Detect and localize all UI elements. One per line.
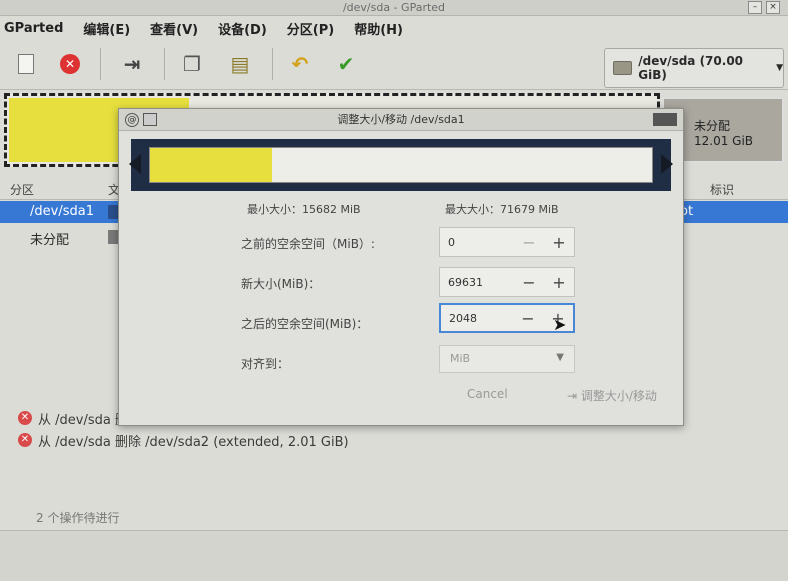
new-size-value[interactable]: 69631 <box>440 276 514 289</box>
resize-move-dialog: @ 调整大小/移动 /dev/sda1 最小大小：15682 MiB 最大大小：… <box>118 108 684 426</box>
row-partition: 未分配 <box>30 233 70 248</box>
dialog-title: 调整大小/移动 /dev/sda1 <box>337 113 465 126</box>
delete-partition-button[interactable]: ✕ <box>56 50 84 78</box>
window-menu-icon[interactable] <box>143 113 157 126</box>
minus-icon[interactable]: − <box>514 273 544 292</box>
resize-move-confirm-button[interactable]: ⇥ 调整大小/移动 <box>567 387 657 404</box>
pending-count: 2 个操作待进行 <box>36 511 120 525</box>
unallocated-size: 12.01 GiB <box>694 134 754 148</box>
plus-icon[interactable]: + <box>544 273 574 292</box>
menu-device[interactable]: 设备(D) <box>218 19 267 38</box>
menu-view[interactable]: 查看(V) <box>150 19 198 38</box>
apply-button[interactable]: ✔ <box>332 50 360 78</box>
copy-button[interactable]: ❐ <box>178 50 206 78</box>
new-size-spinner[interactable]: 69631 − + <box>439 267 575 297</box>
delete-op-icon: ✕ <box>18 433 32 447</box>
menu-help[interactable]: 帮助(H) <box>354 19 403 38</box>
free-after-value[interactable]: 2048 <box>441 312 513 325</box>
resize-confirm-label: 调整大小/移动 <box>580 389 657 403</box>
paste-button[interactable]: ▤ <box>226 50 254 78</box>
resize-move-button[interactable]: ⇥ <box>118 50 146 78</box>
unallocated-label: 未分配 <box>694 119 731 133</box>
left-resize-handle[interactable] <box>129 154 141 174</box>
chevron-down-icon: ▼ <box>556 352 564 363</box>
minimize-button[interactable]: – <box>748 1 762 14</box>
list-item[interactable]: ✕ 从 /dev/sda 删 <box>18 408 128 428</box>
device-label: /dev/sda (70.00 GiB) <box>638 54 744 82</box>
device-selector[interactable]: /dev/sda (70.00 GiB) ▼ <box>604 48 784 88</box>
mouse-cursor-icon: ➤ <box>553 315 567 334</box>
dialog-title-bar: @ 调整大小/移动 /dev/sda1 <box>119 109 683 131</box>
cancel-button[interactable]: Cancel <box>467 387 508 401</box>
header-partition[interactable]: 分区 <box>10 181 34 198</box>
header-flags[interactable]: 标识 <box>710 181 734 198</box>
align-select[interactable]: MiB ▼ <box>439 345 575 373</box>
bottom-panel <box>0 530 788 581</box>
paste-icon: ▤ <box>230 52 250 76</box>
right-resize-handle[interactable] <box>661 154 673 174</box>
resize-graphic[interactable] <box>131 139 671 191</box>
row-partition: /dev/sda1 <box>30 204 94 219</box>
menu-partition[interactable]: 分区(P) <box>287 19 334 38</box>
app-icon: @ <box>125 113 139 127</box>
status-bar: 2 个操作待进行 <box>0 505 788 527</box>
window-title: /dev/sda - GParted <box>342 1 446 14</box>
delete-icon: ✕ <box>60 54 80 74</box>
close-window-button[interactable]: × <box>766 1 780 14</box>
resize-used-fill <box>150 148 272 182</box>
operation-text: 从 /dev/sda 删 <box>38 412 128 428</box>
menu-gparted[interactable]: GParted <box>4 21 63 36</box>
minus-icon[interactable]: − <box>514 233 544 252</box>
resize-partition-box[interactable] <box>149 147 653 183</box>
gparted-window: /dev/sda - GParted – × GParted 编辑(E) 查看(… <box>0 0 788 581</box>
menu-bar: GParted 编辑(E) 查看(V) 设备(D) 分区(P) 帮助(H) <box>0 16 788 40</box>
menu-edit[interactable]: 编辑(E) <box>83 19 130 38</box>
free-before-label: 之前的空余空间（MiB）: <box>241 237 375 251</box>
align-value: MiB <box>450 352 471 365</box>
undo-button[interactable]: ↶ <box>286 50 314 78</box>
list-item[interactable]: ✕ 从 /dev/sda 删除 /dev/sda2 (extended, 2.0… <box>18 430 349 450</box>
free-after-label: 之后的空余空间(MiB)： <box>241 317 369 331</box>
undo-icon: ↶ <box>291 52 309 76</box>
operation-text: 从 /dev/sda 删除 /dev/sda2 (extended, 2.01 … <box>38 434 349 450</box>
resize-icon: ⇥ <box>567 389 578 403</box>
new-partition-button[interactable] <box>12 50 40 78</box>
resize-icon: ⇥ <box>123 52 141 76</box>
new-size-label: 新大小(MiB)： <box>241 277 321 291</box>
delete-op-icon: ✕ <box>18 411 32 425</box>
dialog-close-button[interactable] <box>653 113 677 126</box>
copy-icon: ❐ <box>183 52 201 76</box>
free-before-spinner[interactable]: 0 − + <box>439 227 575 257</box>
align-label: 对齐到： <box>241 357 290 371</box>
checkmark-icon: ✔ <box>337 52 355 76</box>
chevron-down-icon: ▼ <box>776 63 783 73</box>
title-bar: /dev/sda - GParted – × <box>0 0 788 16</box>
min-size-label: 最小大小：15682 MiB <box>247 203 361 216</box>
free-before-value[interactable]: 0 <box>440 236 514 249</box>
plus-icon[interactable]: + <box>544 233 574 252</box>
new-file-icon <box>18 54 34 74</box>
minus-icon[interactable]: − <box>513 309 543 328</box>
disk-icon <box>613 61 633 75</box>
max-size-label: 最大大小：71679 MiB <box>445 203 559 216</box>
